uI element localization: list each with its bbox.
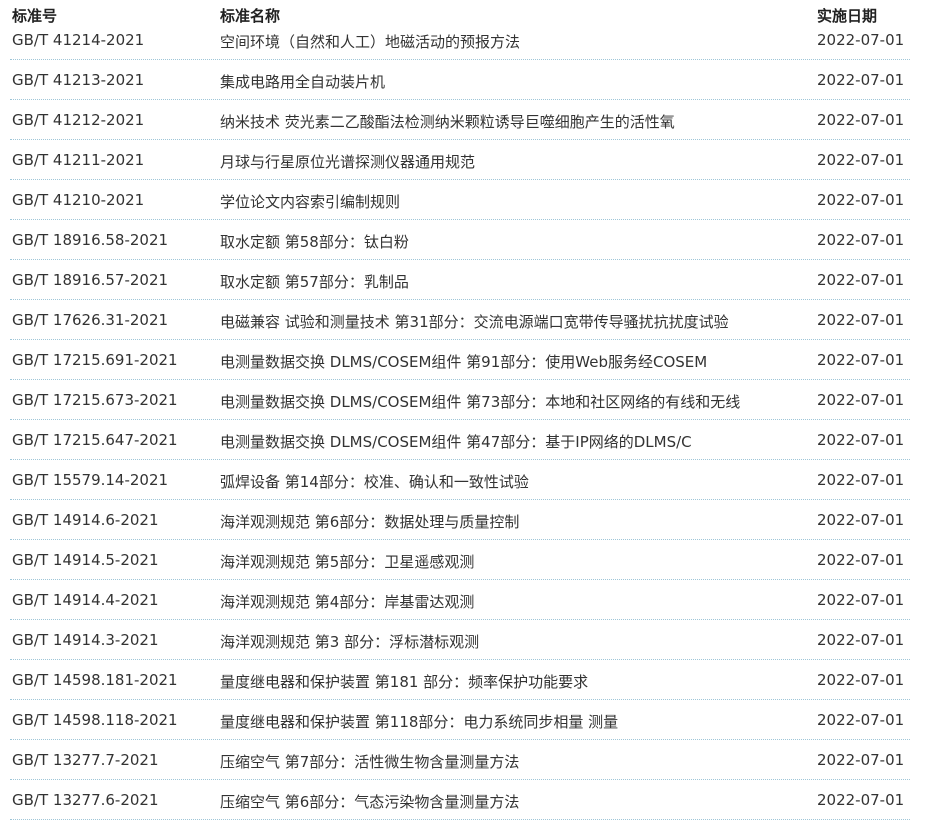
standard-name-link[interactable]: 月球与行星原位光谱探测仪器通用规范: [220, 151, 475, 172]
standard-code[interactable]: GB/T 14598.118-2021: [12, 711, 178, 729]
header-effective-date: 实施日期: [817, 7, 878, 25]
table-row[interactable]: GB/T 41211-2021 月球与行星原位光谱探测仪器通用规范 2022-07-…: [0, 140, 945, 180]
standard-code[interactable]: GB/T 41213-2021: [12, 71, 144, 89]
effective-date: 2022-07-01: [817, 31, 905, 49]
table-row[interactable]: GB/T 14914.4-2021 海洋观测规范 第4部分：岸基雷达观测 2022-…: [0, 580, 945, 620]
effective-date: 2022-07-01: [817, 751, 905, 769]
standard-code[interactable]: GB/T 14914.4-2021: [12, 591, 159, 609]
standard-code[interactable]: GB/T 14914.6-2021: [12, 511, 159, 529]
table-row[interactable]: GB/T 14598.118-2021 量度继电器和保护装置 第118部分：电力系…: [0, 700, 945, 740]
table-row[interactable]: GB/T 41210-2021 学位论文内容索引编制规则 2022-07-01: [0, 180, 945, 220]
standard-name-link[interactable]: 海洋观测规范 第3 部分：浮标潜标观测: [220, 631, 479, 652]
standard-name-link[interactable]: 压缩空气 第7部分：活性微生物含量测量方法: [220, 751, 519, 772]
effective-date: 2022-07-01: [817, 311, 905, 329]
standard-code[interactable]: GB/T 17626.31-2021: [12, 311, 168, 329]
table-row[interactable]: GB/T 15579.14-2021 弧焊设备 第14部分：校准、确认和一致性试验…: [0, 460, 945, 500]
standards-table: 标准号 标准名称 实施日期 GB/T 41214-2021 空间环境（自然和人工）…: [0, 0, 945, 820]
standard-name-link[interactable]: 量度继电器和保护装置 第118部分：电力系统同步相量 测量: [220, 711, 618, 732]
table-row[interactable]: GB/T 14598.181-2021 量度继电器和保护装置 第181 部分：频率…: [0, 660, 945, 700]
standard-code[interactable]: GB/T 41214-2021: [12, 31, 144, 49]
standard-name-link[interactable]: 海洋观测规范 第5部分：卫星遥感观测: [220, 551, 474, 572]
standard-name-link[interactable]: 取水定额 第58部分：钛白粉: [220, 231, 409, 252]
standard-name-link[interactable]: 电测量数据交换 DLMS/COSEM组件 第47部分：基于IP网络的DLMS/C: [220, 431, 692, 452]
table-row[interactable]: GB/T 13277.6-2021 压缩空气 第6部分：气态污染物含量测量方法 20…: [0, 780, 945, 820]
standard-name-link[interactable]: 压缩空气 第6部分：气态污染物含量测量方法: [220, 791, 519, 812]
standard-code[interactable]: GB/T 13277.6-2021: [12, 791, 159, 809]
standard-name-link[interactable]: 量度继电器和保护装置 第181 部分：频率保护功能要求: [220, 671, 588, 692]
standard-name-link[interactable]: 集成电路用全自动装片机: [220, 71, 385, 92]
effective-date: 2022-07-01: [817, 71, 905, 89]
table-row[interactable]: GB/T 41212-2021 纳米技术 荧光素二乙酸酯法检测纳米颗粒诱导巨噬细胞…: [0, 100, 945, 140]
standard-code[interactable]: GB/T 17215.647-2021: [12, 431, 178, 449]
standard-code[interactable]: GB/T 17215.691-2021: [12, 351, 178, 369]
table-row[interactable]: GB/T 14914.5-2021 海洋观测规范 第5部分：卫星遥感观测 2022-…: [0, 540, 945, 580]
header-standard-code: 标准号: [12, 7, 58, 25]
standard-code[interactable]: GB/T 41212-2021: [12, 111, 144, 129]
effective-date: 2022-07-01: [817, 151, 905, 169]
table-row[interactable]: GB/T 14914.3-2021 海洋观测规范 第3 部分：浮标潜标观测 2022…: [0, 620, 945, 660]
standard-code[interactable]: GB/T 18916.58-2021: [12, 231, 168, 249]
effective-date: 2022-07-01: [817, 591, 905, 609]
table-row[interactable]: GB/T 18916.58-2021 取水定额 第58部分：钛白粉 2022-07-…: [0, 220, 945, 260]
effective-date: 2022-07-01: [817, 111, 905, 129]
standard-name-link[interactable]: 学位论文内容索引编制规则: [220, 191, 400, 212]
effective-date: 2022-07-01: [817, 551, 905, 569]
effective-date: 2022-07-01: [817, 351, 905, 369]
table-row[interactable]: GB/T 17215.647-2021 电测量数据交换 DLMS/COSEM组件 …: [0, 420, 945, 460]
standard-code[interactable]: GB/T 14914.5-2021: [12, 551, 159, 569]
effective-date: 2022-07-01: [817, 391, 905, 409]
standard-name-link[interactable]: 海洋观测规范 第4部分：岸基雷达观测: [220, 591, 474, 612]
table-row[interactable]: GB/T 17215.691-2021 电测量数据交换 DLMS/COSEM组件 …: [0, 340, 945, 380]
table-row[interactable]: GB/T 41213-2021 集成电路用全自动装片机 2022-07-01: [0, 60, 945, 100]
effective-date: 2022-07-01: [817, 231, 905, 249]
standard-code[interactable]: GB/T 41211-2021: [12, 151, 144, 169]
standard-name-link[interactable]: 弧焊设备 第14部分：校准、确认和一致性试验: [220, 471, 529, 492]
effective-date: 2022-07-01: [817, 191, 905, 209]
standard-code[interactable]: GB/T 13277.7-2021: [12, 751, 159, 769]
standard-name-link[interactable]: 纳米技术 荧光素二乙酸酯法检测纳米颗粒诱导巨噬细胞产生的活性氧: [220, 111, 675, 132]
table-row[interactable]: GB/T 41214-2021 空间环境（自然和人工）地磁活动的预报方法 2022-…: [0, 30, 945, 60]
standard-code[interactable]: GB/T 17215.673-2021: [12, 391, 178, 409]
standard-name-link[interactable]: 电测量数据交换 DLMS/COSEM组件 第91部分：使用Web服务经COSEM: [220, 351, 707, 372]
effective-date: 2022-07-01: [817, 631, 905, 649]
standard-name-link[interactable]: 电测量数据交换 DLMS/COSEM组件 第73部分：本地和社区网络的有线和无线: [220, 391, 740, 412]
table-body: GB/T 41214-2021 空间环境（自然和人工）地磁活动的预报方法 2022-…: [0, 30, 945, 820]
standard-code[interactable]: GB/T 14598.181-2021: [12, 671, 178, 689]
effective-date: 2022-07-01: [817, 711, 905, 729]
standard-code[interactable]: GB/T 18916.57-2021: [12, 271, 168, 289]
table-row[interactable]: GB/T 17626.31-2021 电磁兼容 试验和测量技术 第31部分：交流电…: [0, 300, 945, 340]
standard-name-link[interactable]: 取水定额 第57部分：乳制品: [220, 271, 409, 292]
effective-date: 2022-07-01: [817, 431, 905, 449]
table-row[interactable]: GB/T 13277.7-2021 压缩空气 第7部分：活性微生物含量测量方法 20…: [0, 740, 945, 780]
table-header: 标准号 标准名称 实施日期: [0, 0, 945, 30]
effective-date: 2022-07-01: [817, 271, 905, 289]
standard-name-link[interactable]: 空间环境（自然和人工）地磁活动的预报方法: [220, 31, 520, 52]
effective-date: 2022-07-01: [817, 471, 905, 489]
table-row[interactable]: GB/T 18916.57-2021 取水定额 第57部分：乳制品 2022-07-…: [0, 260, 945, 300]
standard-name-link[interactable]: 电磁兼容 试验和测量技术 第31部分：交流电源端口宽带传导骚扰抗扰度试验: [220, 311, 729, 332]
table-row[interactable]: GB/T 17215.673-2021 电测量数据交换 DLMS/COSEM组件 …: [0, 380, 945, 420]
effective-date: 2022-07-01: [817, 671, 905, 689]
effective-date: 2022-07-01: [817, 511, 905, 529]
standard-code[interactable]: GB/T 41210-2021: [12, 191, 144, 209]
standard-code[interactable]: GB/T 15579.14-2021: [12, 471, 168, 489]
effective-date: 2022-07-01: [817, 791, 905, 809]
standard-name-link[interactable]: 海洋观测规范 第6部分：数据处理与质量控制: [220, 511, 519, 532]
table-row[interactable]: GB/T 14914.6-2021 海洋观测规范 第6部分：数据处理与质量控制 20…: [0, 500, 945, 540]
standard-code[interactable]: GB/T 14914.3-2021: [12, 631, 159, 649]
header-standard-name: 标准名称: [220, 7, 281, 25]
